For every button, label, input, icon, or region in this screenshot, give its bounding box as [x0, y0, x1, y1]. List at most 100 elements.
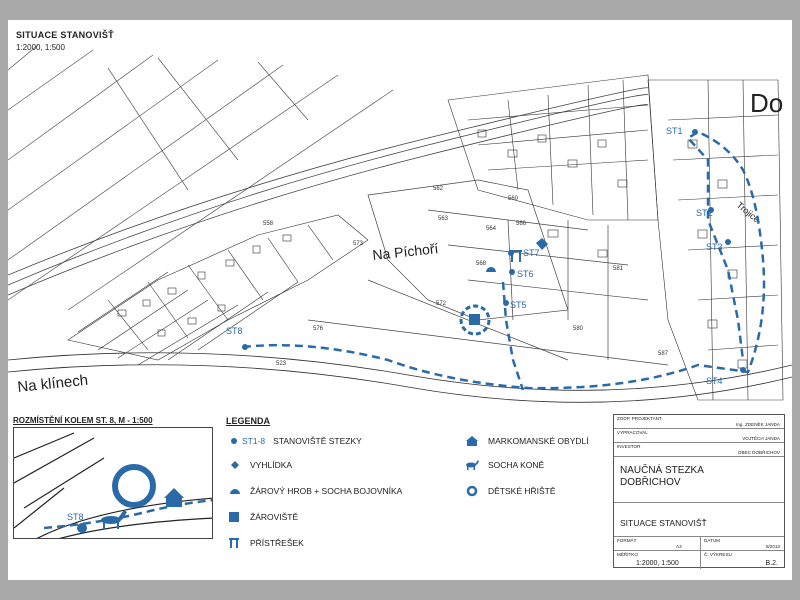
inset-map[interactable]: ST8 [13, 427, 213, 539]
parcel-number: 564 [486, 226, 497, 232]
tb-label: MĚŘÍTKO [617, 552, 638, 557]
locality-label-do: Do [750, 88, 783, 118]
inset-svg: ST8 [14, 432, 212, 538]
station-label-st7[interactable]: ST7 [523, 248, 540, 258]
legend-item-grave: ŽÁROVÝ HROB + SOCHA BOJOVNÍKA [226, 484, 402, 498]
road-band [8, 87, 649, 296]
legend-item-shelter: PŘÍSTŘEŠEK [226, 536, 304, 550]
village-east-parcels [447, 74, 784, 401]
locality-label-na-klinech: Na klínech [17, 372, 89, 396]
legend-item-playground: DĚTSKÉ HŘIŠTĚ [464, 484, 556, 498]
parcel-number: 580 [573, 326, 584, 332]
shelter-icon [226, 536, 242, 550]
tb-label: DATUM [704, 538, 720, 543]
station-dot-icon[interactable] [77, 523, 87, 533]
parcel-number: 581 [613, 266, 624, 272]
house-icon[interactable] [164, 488, 184, 507]
legend-label: ŽÁROVÝ HROB + SOCHA BOJOVNÍKA [250, 486, 403, 496]
tb-value: B.2. [765, 560, 778, 567]
legend-label: ŽÁROVIŠTĚ [250, 512, 299, 522]
station-dot-icon[interactable] [503, 300, 509, 306]
grave-icon [226, 484, 242, 498]
tb-label: INVESTOR [617, 444, 641, 449]
parcel-number: 562 [433, 186, 444, 192]
legend-label: SOCHA KONĚ [488, 460, 545, 470]
trail-spur-st5 [501, 281, 525, 391]
playground-icon[interactable] [112, 464, 156, 508]
tb-value: A3 [676, 544, 682, 549]
legend-title: LEGENDA [226, 416, 271, 426]
parcel-number: 566 [516, 221, 527, 227]
house-icon [464, 434, 480, 448]
trail-route [242, 130, 766, 390]
station-label-st8[interactable]: ST8 [226, 326, 243, 336]
locality-label-na-pichori: Na Píchoří [372, 240, 440, 263]
station-label-st6[interactable]: ST6 [517, 269, 534, 279]
legend-prefix: ST1-8 [242, 436, 266, 446]
station-dot-icon[interactable] [740, 367, 746, 373]
cremation-site-icon[interactable] [469, 314, 480, 325]
station-label-st1[interactable]: ST1 [666, 126, 683, 136]
tb-drawing-name-text: SITUACE STANOVIŠŤ [620, 518, 707, 528]
tb-investor: INVESTOR OBEC DOBŘICHOV [614, 443, 784, 457]
station-dot-icon[interactable] [692, 129, 698, 135]
map-sheet: SITUACE STANOVIŠŤ 1:2000, 1:500 Na Pícho… [8, 20, 792, 580]
tb-project-lead: ZODP. PROJEKTANT Ing. ZDENĚK JANDA [614, 415, 784, 429]
west-houses [117, 234, 292, 337]
tb-value: 1:2000, 1:500 [636, 560, 679, 567]
south-road [8, 352, 792, 403]
station-label-st2[interactable]: ST2 [696, 208, 713, 218]
legend-label: MARKOMANSKÉ OBYDLÍ [488, 436, 589, 446]
station-label-st3[interactable]: ST3 [706, 242, 723, 252]
station-dot-icon[interactable] [242, 344, 248, 350]
legend-item-house: MARKOMANSKÉ OBYDLÍ [464, 434, 589, 448]
parcel-number: 572 [436, 301, 447, 307]
parcel-number: 576 [313, 326, 324, 332]
parcel-number: 560 [508, 196, 519, 202]
legend-item-horse: SOCHA KONĚ [464, 458, 544, 472]
tb-drawn-by: VYPRACOVAL VOJTĚCH JANDA [614, 429, 784, 443]
parcel-number: 587 [658, 351, 669, 357]
station-label-st4[interactable]: ST4 [706, 376, 723, 386]
grave-icon[interactable] [486, 267, 496, 272]
tb-format-date: FORMÁT A3 DATUM 8/2013 [614, 537, 784, 551]
station-dot-icon [226, 434, 242, 448]
field-parcel-lines [8, 44, 394, 311]
tb-divider [700, 537, 701, 551]
tb-value: Ing. ZDENĚK JANDA [736, 422, 780, 427]
tb-value: OBEC DOBŘICHOV [737, 450, 780, 455]
cadastral-map[interactable]: Na Píchoří Na klínech Do Trojice 573 572… [8, 20, 792, 420]
legend-label: VYHLÍDKA [250, 460, 293, 470]
station-dot-icon[interactable] [508, 250, 514, 256]
station-dot-icon[interactable] [509, 269, 515, 275]
parcel-number: 523 [276, 361, 287, 367]
legend-label: PŘÍSTŘEŠEK [250, 538, 304, 548]
inset-title: ROZMÍSTĚNÍ KOLEM ST. 8, M - 1:500 [13, 416, 153, 425]
station-dot-icon[interactable] [725, 239, 731, 245]
village-west-parcels [67, 214, 369, 366]
station-markers: ST1 ST2 ST3 ST4 ST5 ST6 ST7 ST8 [226, 126, 746, 386]
inset-station-label: ST8 [67, 512, 84, 522]
station-label-st5[interactable]: ST5 [510, 300, 527, 310]
tb-value: 8/2013 [765, 544, 780, 549]
horse-icon [464, 458, 480, 472]
tb-project-name-line1: NAUČNÁ STEZKA [620, 465, 704, 476]
tb-scale-drawing-no: MĚŘÍTKO 1:2000, 1:500 Č. VÝKRESU B.2. [614, 551, 784, 569]
title-block: ZODP. PROJEKTANT Ing. ZDENĚK JANDA VYPRA… [613, 414, 785, 569]
tb-value: VOJTĚCH JANDA [742, 436, 780, 441]
viewpoint-icon [226, 458, 242, 472]
tb-label: FORMÁT [617, 538, 637, 543]
legend-item-station: ST1-8 STANOVIŠTĚ STEZKY [226, 434, 362, 448]
tb-project-name: NAUČNÁ STEZKA DOBŘICHOV [614, 457, 784, 503]
central-parcels [307, 179, 669, 366]
tb-label: Č. VÝKRESU [704, 552, 732, 557]
legend: ST1-8 STANOVIŠTĚ STEZKY VYHLÍDKA ŽÁROVÝ … [226, 434, 616, 574]
legend-item-viewpoint: VYHLÍDKA [226, 458, 292, 472]
legend-label: DĚTSKÉ HŘIŠTĚ [488, 486, 556, 496]
tb-project-name-line2: DOBŘICHOV [620, 477, 681, 488]
parcel-number: 568 [476, 261, 487, 267]
playground-icon [464, 484, 480, 498]
parcel-number: 558 [263, 221, 274, 227]
parcel-number: 573 [353, 241, 364, 247]
legend-label: STANOVIŠTĚ STEZKY [273, 436, 362, 446]
